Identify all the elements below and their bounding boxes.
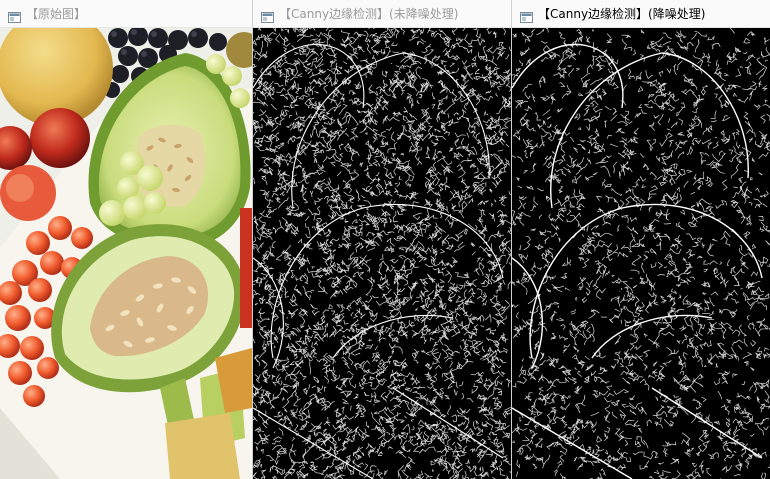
window-original[interactable]: 【原始图】: [0, 0, 252, 479]
window-title: 【原始图】: [26, 7, 87, 21]
original-image: [0, 28, 252, 479]
window-titlebar[interactable]: 【Canny边缘检测】(降噪处理): [512, 0, 770, 28]
window-app-icon: [261, 8, 274, 23]
window-titlebar[interactable]: 【Canny边缘检测】(未降噪处理): [253, 0, 511, 28]
window-app-icon: [520, 8, 533, 23]
window-canny-raw[interactable]: 【Canny边缘检测】(未降噪处理): [253, 0, 511, 479]
window-app-icon: [8, 8, 21, 23]
window-titlebar[interactable]: 【原始图】: [0, 0, 252, 28]
edge-image-raw: [253, 28, 511, 479]
window-title: 【Canny边缘检测】(降噪处理): [538, 7, 706, 21]
window-title: 【Canny边缘检测】(未降噪处理): [279, 7, 459, 21]
window-canny-denoised[interactable]: 【Canny边缘检测】(降噪处理): [512, 0, 770, 479]
edge-image-denoised: [512, 28, 770, 479]
